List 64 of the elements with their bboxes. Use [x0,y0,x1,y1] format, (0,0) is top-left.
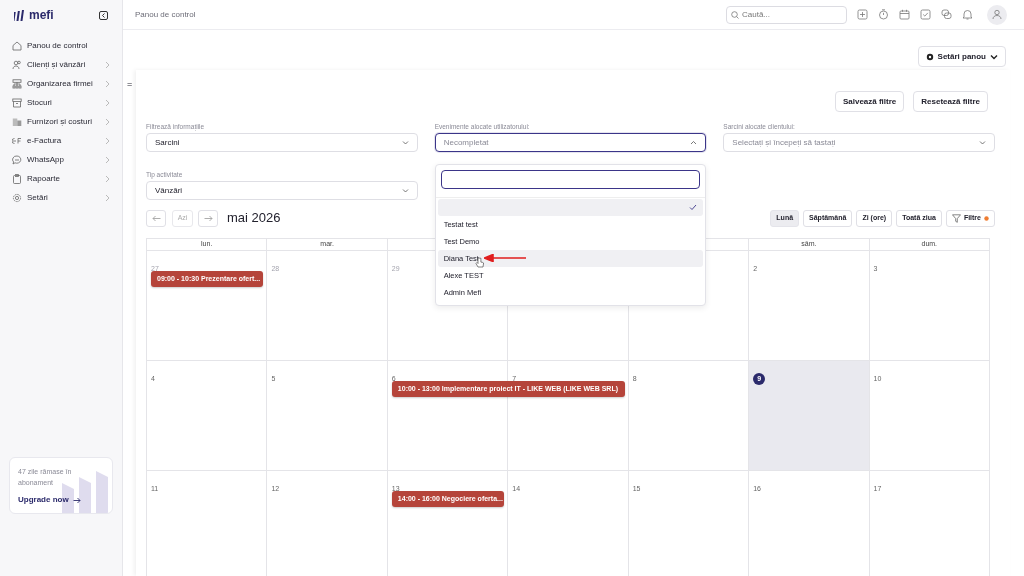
breadcrumb: Panou de control [135,8,197,21]
chevron-right-icon [105,99,110,107]
chevron-down-icon [990,53,998,60]
calendar-icon[interactable] [899,9,910,20]
sidebar-item[interactable]: Clienți și vânzări [12,57,110,73]
calendar-title: mai 2026 [227,209,281,228]
sidebar-item[interactable]: Stocuri [12,95,110,111]
chevron-right-icon [105,156,110,164]
timer-icon[interactable] [878,9,889,20]
sidebar-item[interactable]: Rapoarte [12,171,110,187]
select-field[interactable]: Selectați și începeți să tastați [723,133,995,152]
buildings-icon [12,117,22,127]
chevron-right-icon [105,61,110,69]
chevron-up-icon [690,140,698,145]
select-field[interactable]: Vânzări [146,181,418,200]
avatar-icon[interactable] [987,4,1007,25]
search-icon [731,10,739,19]
drag-handle[interactable]: = [123,80,136,89]
pointer-arrow-icon [483,254,527,262]
arrow-right-icon [203,214,213,222]
sidebar-item[interactable]: e-Factura [12,133,110,149]
clipboard-icon [12,174,22,184]
calendar-cell[interactable] [628,251,750,361]
next-button[interactable] [198,209,218,227]
collapse-sidebar-icon[interactable] [99,10,108,20]
settings-icon [925,52,934,61]
hierarchy-icon [12,79,22,89]
sidebar-item[interactable]: Organizarea firmei [12,76,110,92]
add-icon[interactable] [857,9,868,20]
arrow-left-icon [151,214,161,222]
chat-icon [12,155,22,165]
home-icon [12,41,22,51]
chevron-down-icon [401,188,409,193]
notifications-icon[interactable] [962,9,973,20]
chevron-down-icon [401,140,409,145]
upgrade-link[interactable]: Upgrade now [10,494,112,506]
chevron-right-icon [105,137,110,145]
sidebar-item[interactable]: Setări [12,190,110,206]
sidebar-item[interactable]: Furnizori și costuri [12,114,110,130]
sidebar-item[interactable]: Panou de control [12,38,110,54]
dashboard-settings-button[interactable]: Setări panou [917,46,1006,67]
previous-button[interactable] [146,209,166,227]
filter-action-button[interactable]: Salvează filtre [834,91,905,112]
chat-icon[interactable] [941,9,952,20]
filter-icon [951,213,961,223]
users-icon [12,60,22,70]
chevron-down-icon [979,140,986,145]
search-field[interactable] [440,170,701,189]
filter-action-button[interactable]: Resetează filtre [913,91,988,112]
chevron-right-icon [105,118,110,126]
sidebar-item[interactable]: WhatsApp [12,152,110,168]
logo-icon [14,9,26,21]
checkbox-icon[interactable] [920,9,931,20]
check-icon [689,204,698,211]
chevron-right-icon [105,194,110,202]
chevron-right-icon [105,80,110,88]
arrow-right-icon [72,496,81,504]
settings-icon [12,193,22,203]
logo-text: mefi [29,7,54,24]
ef-icon [12,136,22,146]
chevron-right-icon [105,175,110,183]
select-field[interactable]: Necompletat [434,133,707,152]
select-field[interactable]: Sarcini [146,133,418,152]
archive-icon [12,98,22,108]
